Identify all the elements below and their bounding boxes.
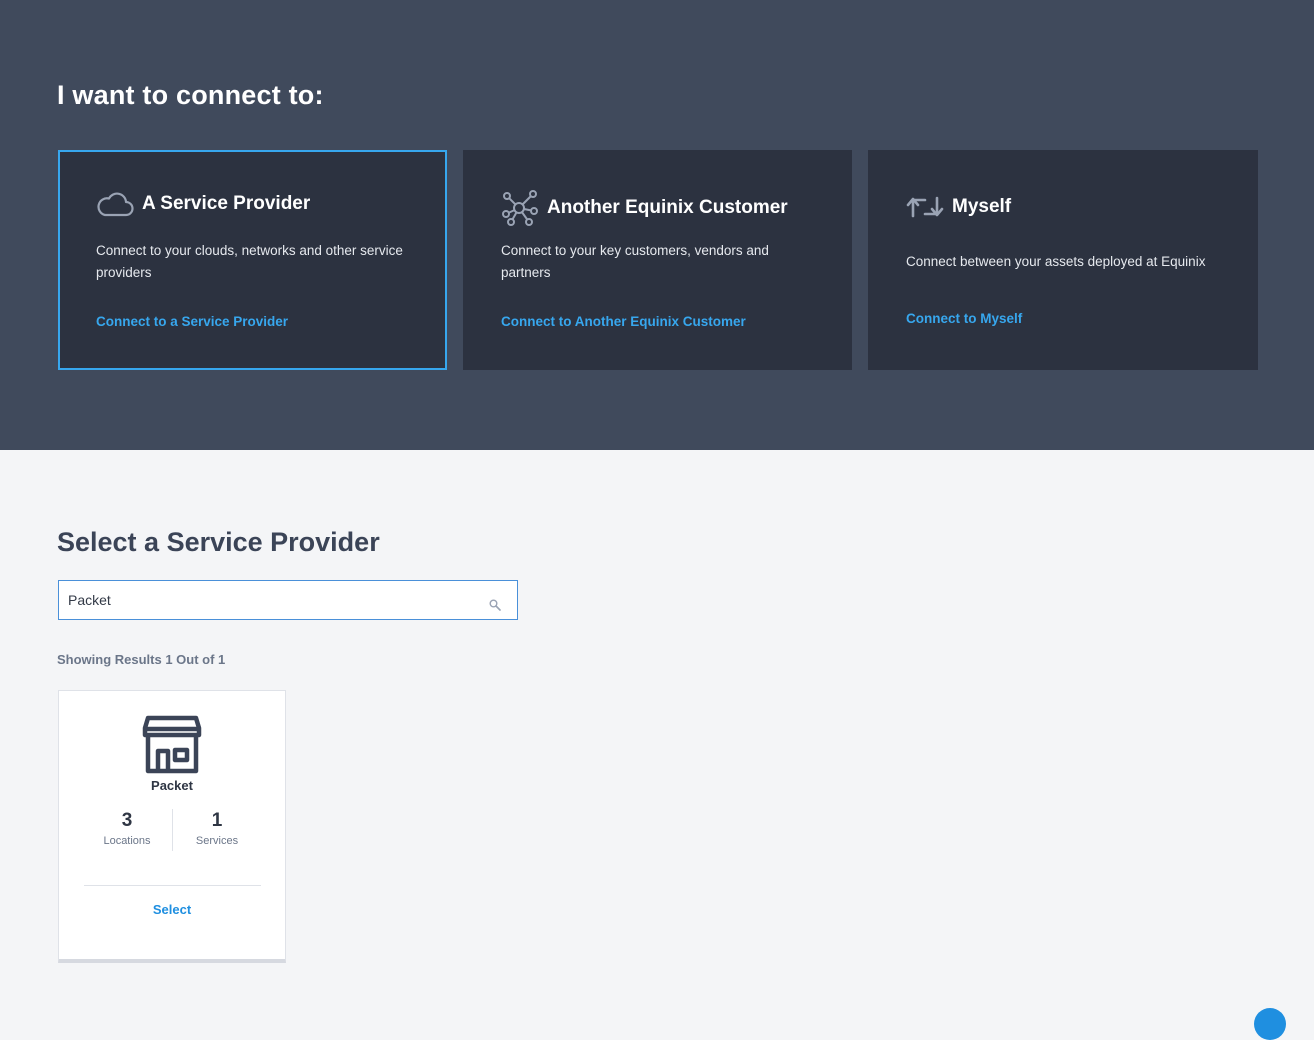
results-count: Showing Results 1 Out of 1 <box>57 652 226 667</box>
section-title: Select a Service Provider <box>57 527 380 557</box>
card-title: Another Equinix Customer <box>547 197 788 218</box>
search-icon[interactable] <box>489 598 501 616</box>
cloud-icon <box>96 190 134 218</box>
card-title: A Service Provider <box>142 193 311 214</box>
card-title: Myself <box>952 196 1012 217</box>
provider-card[interactable]: Packet 3 Locations 1 Services Select <box>58 690 286 963</box>
provider-search-input[interactable] <box>68 581 488 619</box>
network-nodes-icon <box>501 190 539 226</box>
select-provider-button[interactable]: Select <box>59 902 285 917</box>
card-header: Myself <box>906 194 1011 220</box>
option-card-myself[interactable]: Myself Connect between your assets deplo… <box>868 150 1258 370</box>
card-header: A Service Provider <box>96 190 310 218</box>
connect-equinix-customer-link[interactable]: Connect to Another Equinix Customer <box>501 314 746 329</box>
services-label: Services <box>195 835 239 847</box>
divider <box>84 885 261 886</box>
card-description: Connect between your assets deployed at … <box>906 254 1206 269</box>
locations-stat: 3 Locations <box>82 809 172 847</box>
provider-name: Packet <box>151 778 193 793</box>
services-stat: 1 Services <box>172 809 262 847</box>
provider-search <box>58 580 518 620</box>
locations-count: 3 <box>121 810 133 831</box>
card-description: Connect to your key customers, vendors a… <box>501 243 769 280</box>
help-chat-button[interactable] <box>1254 1008 1286 1040</box>
hero-title: I want to connect to: <box>57 80 324 110</box>
swap-arrows-icon <box>906 194 944 220</box>
option-card-equinix-customer[interactable]: Another Equinix Customer Connect to your… <box>463 150 852 370</box>
card-header: Another Equinix Customer <box>501 190 788 226</box>
services-count: 1 <box>211 810 223 831</box>
option-card-service-provider[interactable]: A Service Provider Connect to your cloud… <box>58 150 447 370</box>
card-description: Connect to your clouds, networks and oth… <box>96 243 403 280</box>
storefront-icon <box>141 715 203 780</box>
locations-label: Locations <box>103 835 151 847</box>
connect-service-provider-link[interactable]: Connect to a Service Provider <box>96 314 288 329</box>
connect-myself-link[interactable]: Connect to Myself <box>906 311 1022 326</box>
connection-type-hero: I want to connect to: A Service Provider… <box>0 0 1314 450</box>
